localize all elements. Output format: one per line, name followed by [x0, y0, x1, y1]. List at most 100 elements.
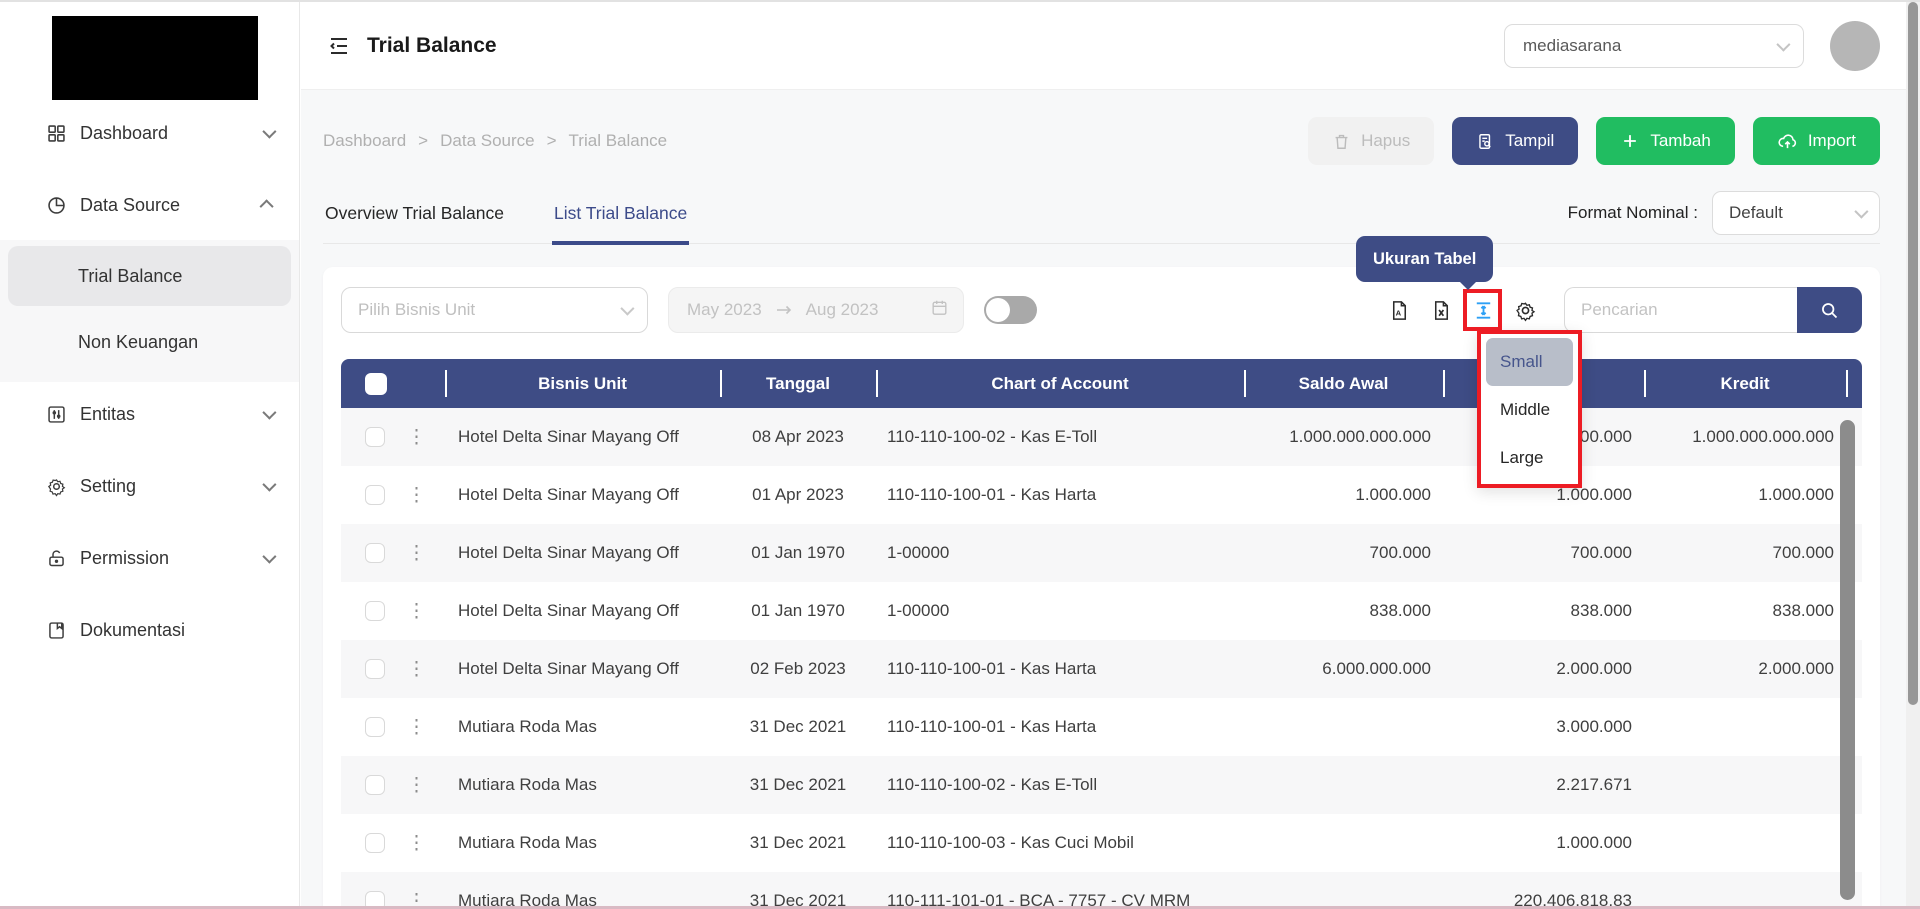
row-menu-icon[interactable]: ⋮ [407, 834, 426, 853]
cell-saldo-awal: 6.000.000.000 [1244, 640, 1443, 698]
export-pdf-icon[interactable]: A [1386, 297, 1412, 323]
cell-bisnis-unit: Hotel Delta Sinar Mayang Off [445, 408, 720, 466]
sidebar-item-label: Dokumentasi [80, 620, 185, 641]
breadcrumb-item[interactable]: Data Source [440, 131, 535, 151]
trash-icon [1332, 132, 1351, 151]
date-range-picker[interactable]: May 2023 Aug 2023 [668, 287, 964, 333]
row-checkbox[interactable] [365, 717, 385, 737]
document-search-icon [1476, 132, 1495, 151]
cell-chart-of-account: 110-110-100-01 - Kas Harta [876, 698, 1244, 756]
table-row: ⋮ Hotel Delta Sinar Mayang Off 02 Feb 20… [341, 640, 1862, 698]
row-menu-icon[interactable]: ⋮ [407, 428, 426, 447]
hapus-button[interactable]: Hapus [1308, 117, 1434, 165]
breadcrumb: Dashboard>Data Source>Trial Balance [323, 131, 679, 151]
svg-text:A: A [1395, 308, 1401, 317]
topbar: Trial Balance mediasarana [301, 2, 1906, 90]
table-body: ⋮ Hotel Delta Sinar Mayang Off 08 Apr 20… [341, 408, 1862, 909]
row-menu-icon[interactable]: ⋮ [407, 486, 426, 505]
table-header: Bisnis Unit Tanggal Chart of Account Sal… [341, 359, 1862, 408]
row-checkbox[interactable] [365, 659, 385, 679]
tampil-button[interactable]: Tampil [1452, 117, 1578, 165]
sidebar-item-trial-balance[interactable]: Trial Balance [8, 246, 291, 306]
table-card: Pilih Bisnis Unit May 2023 Aug 2023 A [323, 267, 1880, 909]
size-option-small[interactable]: Small [1486, 338, 1573, 386]
row-checkbox[interactable] [365, 485, 385, 505]
cell-tanggal: 08 Apr 2023 [720, 408, 876, 466]
tab-list-trial-balance[interactable]: List Trial Balance [552, 191, 689, 245]
bisnis-unit-select[interactable]: Pilih Bisnis Unit [341, 287, 648, 333]
table-scrollbar-thumb[interactable] [1840, 420, 1855, 900]
size-option-large[interactable]: Large [1486, 434, 1573, 482]
column-header-tanggal[interactable]: Tanggal [720, 359, 876, 408]
sidebar-item-non-keuangan[interactable]: Non Keuangan [8, 324, 291, 360]
cell-kredit [1644, 814, 1846, 872]
cell-bisnis-unit: Mutiara Roda Mas [445, 814, 720, 872]
avatar[interactable] [1830, 21, 1880, 71]
cell-saldo-awal [1244, 872, 1443, 909]
row-menu-icon[interactable]: ⋮ [407, 776, 426, 795]
gear-icon [45, 475, 67, 497]
row-menu-icon[interactable]: ⋮ [407, 660, 426, 679]
table-row: ⋮ Mutiara Roda Mas 31 Dec 2021 110-110-1… [341, 814, 1862, 872]
cell-saldo-awal: 1.000.000 [1244, 466, 1443, 524]
cell-saldo-awal: 838.000 [1244, 582, 1443, 640]
company-select[interactable]: mediasarana [1504, 24, 1804, 68]
calendar-icon [930, 298, 949, 322]
data-source-submenu: Trial Balance Non Keuangan [0, 240, 299, 382]
arrow-right-icon [776, 304, 792, 316]
sidebar-item-data-source[interactable]: Data Source [0, 190, 299, 220]
column-header-bisnis-unit[interactable]: Bisnis Unit [445, 359, 720, 408]
page-scrollbar-thumb[interactable] [1908, 2, 1918, 705]
row-checkbox[interactable] [365, 775, 385, 795]
sidebar-item-setting[interactable]: Setting [0, 471, 299, 501]
cell-kredit: 1.000.000.000.000 [1644, 408, 1846, 466]
page-scrollbar[interactable] [1906, 0, 1920, 909]
row-checkbox[interactable] [365, 427, 385, 447]
table-row: ⋮ Hotel Delta Sinar Mayang Off 01 Jan 19… [341, 582, 1862, 640]
unlock-icon [45, 547, 67, 569]
tab-overview-trial-balance[interactable]: Overview Trial Balance [323, 191, 506, 243]
row-checkbox[interactable] [365, 543, 385, 563]
chevron-down-icon [1854, 205, 1868, 219]
search-input[interactable] [1564, 287, 1797, 333]
cell-chart-of-account: 110-110-100-02 - Kas E-Toll [876, 756, 1244, 814]
row-menu-icon[interactable]: ⋮ [407, 602, 426, 621]
search-icon [1819, 300, 1840, 321]
sidebar-item-dokumentasi[interactable]: Dokumentasi [0, 615, 299, 645]
cell-saldo-awal: 700.000 [1244, 524, 1443, 582]
row-menu-icon[interactable]: ⋮ [407, 544, 426, 563]
sidebar-item-permission[interactable]: Permission [0, 543, 299, 573]
date-end: Aug 2023 [806, 300, 879, 320]
sidebar-item-label: Entitas [80, 404, 135, 425]
window-border-top [0, 0, 1920, 2]
cell-tanggal: 01 Apr 2023 [720, 466, 876, 524]
import-button[interactable]: Import [1753, 117, 1880, 165]
cell-kredit [1644, 872, 1846, 909]
tambah-button[interactable]: Tambah [1596, 117, 1734, 165]
column-header-chart-of-account[interactable]: Chart of Account [876, 359, 1244, 408]
row-menu-icon[interactable]: ⋮ [407, 718, 426, 737]
cell-kredit [1644, 698, 1846, 756]
content-area: Dashboard>Data Source>Trial Balance Hapu… [301, 90, 1906, 909]
sidebar-collapse-icon[interactable] [327, 34, 351, 58]
breadcrumb-separator: > [547, 131, 557, 151]
cell-chart-of-account: 1-00000 [876, 524, 1244, 582]
sidebar-item-dashboard[interactable]: Dashboard [0, 118, 299, 148]
cell-tanggal: 31 Dec 2021 [720, 756, 876, 814]
column-header-saldo-awal[interactable]: Saldo Awal [1244, 359, 1443, 408]
chevron-down-icon [262, 478, 276, 492]
search-button[interactable] [1797, 287, 1862, 333]
export-excel-icon[interactable] [1428, 297, 1454, 323]
page-title: Trial Balance [367, 34, 497, 58]
breadcrumb-item[interactable]: Trial Balance [569, 131, 668, 151]
select-all-checkbox[interactable] [365, 373, 387, 395]
row-checkbox[interactable] [365, 833, 385, 853]
sidebar-item-entitas[interactable]: Entitas [0, 399, 299, 429]
column-header-kredit[interactable]: Kredit [1644, 359, 1846, 408]
size-option-middle[interactable]: Middle [1486, 386, 1573, 434]
breadcrumb-item[interactable]: Dashboard [323, 131, 406, 151]
row-checkbox[interactable] [365, 601, 385, 621]
table-settings-gear-icon[interactable] [1512, 297, 1538, 323]
format-nominal-select[interactable]: Default [1712, 191, 1880, 235]
toggle-switch[interactable] [984, 296, 1037, 324]
